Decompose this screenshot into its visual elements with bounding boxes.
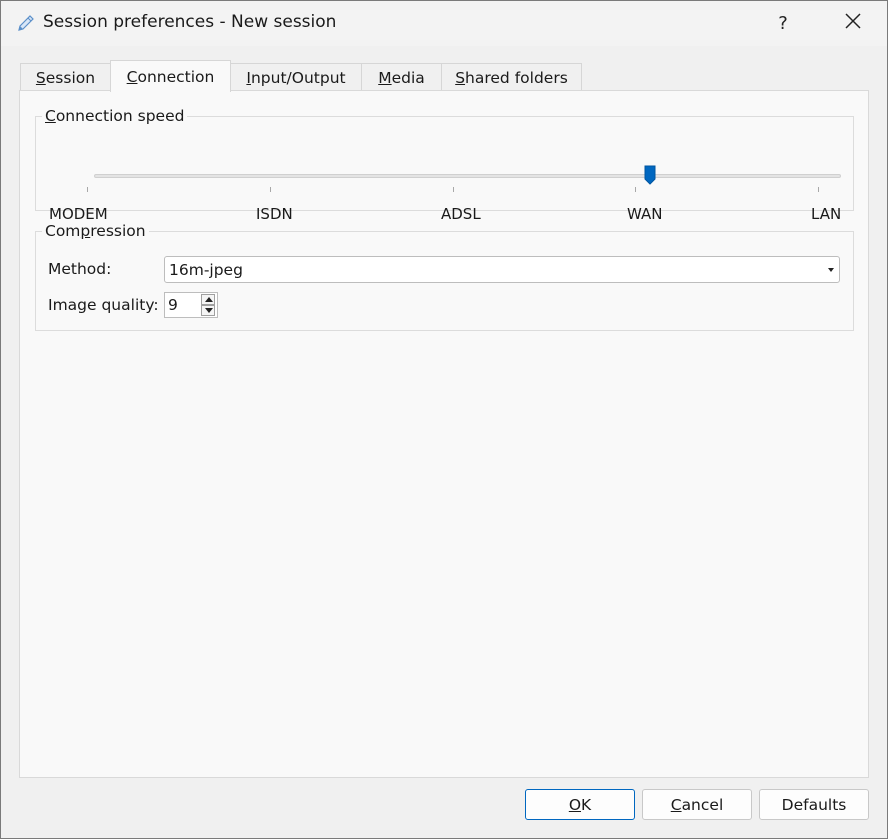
image-quality-spinbox[interactable]: 9	[164, 292, 218, 318]
speed-tick	[270, 187, 271, 192]
speed-label-lan: LAN	[811, 205, 842, 223]
ok-button[interactable]: OK	[525, 789, 635, 820]
tab-shared-folders[interactable]: Shared folders	[441, 63, 582, 91]
image-quality-label: Image quality:	[48, 296, 159, 314]
image-quality-value: 9	[168, 296, 178, 314]
pencil-icon	[16, 13, 36, 33]
speed-label-isdn: ISDN	[256, 205, 293, 223]
speed-tick	[87, 187, 88, 192]
arrow-up-icon	[204, 297, 213, 302]
speed-label-wan: WAN	[627, 205, 663, 223]
speed-tick	[818, 187, 819, 192]
compression-legend: Compression	[42, 222, 149, 240]
speed-tick	[453, 187, 454, 192]
close-icon	[845, 13, 861, 33]
tab-connection[interactable]: Connection	[110, 60, 231, 92]
spin-down-button[interactable]	[201, 305, 215, 316]
speed-label-adsl: ADSL	[441, 205, 481, 223]
tab-session[interactable]: Session	[20, 63, 111, 91]
connection-speed-group: Connection speed MODEM ISDN ADSL WAN LAN	[35, 107, 854, 223]
close-button[interactable]	[831, 3, 875, 43]
connection-tab-panel: Connection speed MODEM ISDN ADSL WAN LAN…	[19, 90, 869, 778]
speed-label-modem: MODEM	[49, 205, 108, 223]
tab-media[interactable]: Media	[361, 63, 442, 91]
speed-tick	[635, 187, 636, 192]
help-button[interactable]: ?	[761, 3, 805, 43]
chevron-down-icon	[828, 268, 834, 272]
speed-slider-track[interactable]	[94, 174, 841, 178]
cancel-button[interactable]: Cancel	[642, 789, 752, 820]
method-select[interactable]: 16m-jpeg	[164, 256, 840, 283]
window-title: Session preferences - New session	[43, 12, 337, 32]
spin-up-button[interactable]	[201, 294, 215, 305]
title-bar[interactable]: Session preferences - New session ?	[1, 1, 887, 46]
speed-slider-handle[interactable]	[644, 165, 656, 185]
method-value: 16m-jpeg	[169, 261, 243, 279]
connection-speed-legend: Connection speed	[42, 107, 188, 125]
method-label: Method:	[48, 260, 112, 278]
arrow-down-icon	[204, 308, 213, 313]
tab-input-output[interactable]: Input/Output	[230, 63, 362, 91]
defaults-button[interactable]: Defaults	[759, 789, 869, 820]
session-preferences-dialog: Session preferences - New session ? Sess…	[0, 0, 888, 839]
